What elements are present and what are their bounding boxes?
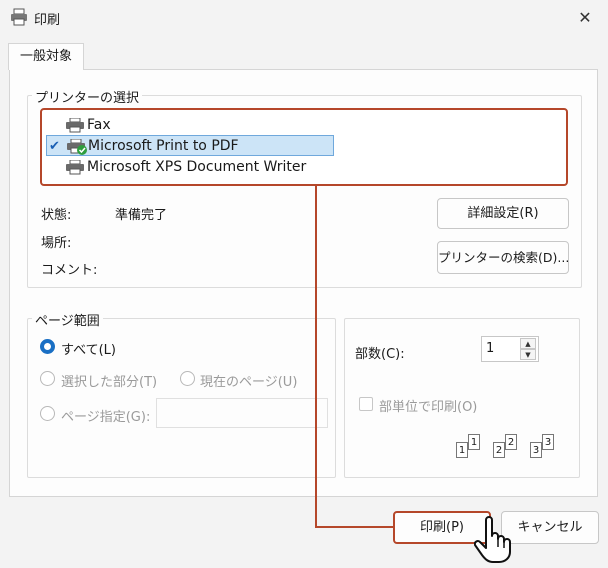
tab-general[interactable]: 一般対象 <box>8 43 84 70</box>
callout-connector <box>315 186 393 528</box>
hand-cursor-icon <box>473 516 516 568</box>
